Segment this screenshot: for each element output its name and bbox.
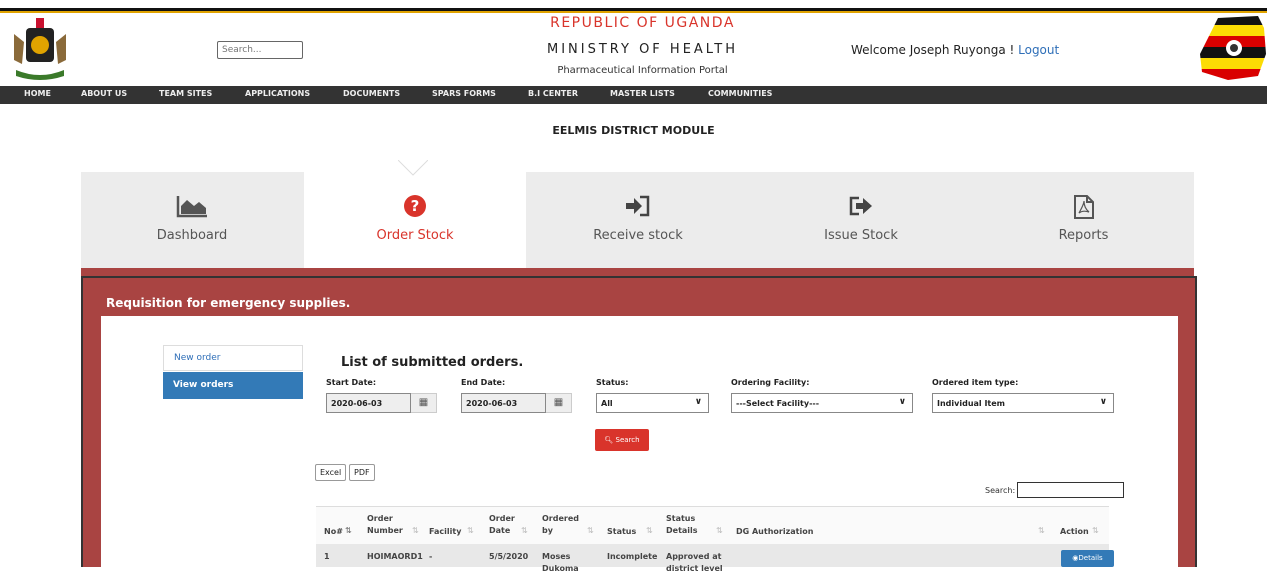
sort-icon[interactable]: ⇅ (1038, 526, 1045, 535)
main-nav-bar: HOME ABOUT US TEAM SITES APPLICATIONS DO… (0, 86, 1267, 104)
nav-spars-forms[interactable]: SPARS FORMS (432, 89, 496, 98)
col-status-details[interactable]: Status Details (666, 513, 702, 537)
details-button-label: Details (1078, 554, 1103, 562)
sort-icon[interactable]: ⇅ (716, 526, 723, 535)
tab-issue-stock[interactable]: Issue Stock (750, 172, 972, 268)
col-facility[interactable]: Facility (429, 526, 461, 538)
active-tab-pointer (398, 160, 428, 176)
end-date-label: End Date: (461, 378, 506, 387)
nav-about-us[interactable]: ABOUT US (81, 89, 127, 98)
logout-link[interactable]: Logout (1018, 43, 1059, 57)
start-date-label: Start Date: (326, 378, 377, 387)
pdf-export-button[interactable]: PDF (349, 464, 375, 481)
tab-dashboard[interactable]: Dashboard (81, 172, 303, 268)
republic-title: REPUBLIC OF UGANDA (550, 15, 735, 31)
welcome-message: Welcome Joseph Ruyonga ! Logout (851, 43, 1059, 57)
item-type-label: Ordered item type: (932, 378, 1019, 387)
calendar-icon[interactable]: ▦ (411, 393, 437, 413)
sort-icon[interactable]: ⇅ (521, 526, 528, 535)
new-order-link[interactable]: New order (163, 345, 303, 371)
chevron-down-icon: ∨ (898, 397, 906, 407)
table-header: No# ⇅ Order Number ⇅ Facility ⇅ Order Da… (316, 506, 1109, 544)
view-orders-link[interactable]: View orders (163, 372, 303, 399)
tab-underline-bar (81, 268, 1194, 276)
module-title: EELMIS DISTRICT MODULE (552, 124, 715, 137)
item-type-select[interactable]: Individual Item ∨ (932, 393, 1114, 413)
tab-label: Dashboard (156, 228, 228, 243)
tab-label: Reports (1058, 228, 1109, 243)
col-no[interactable]: No# (324, 526, 343, 538)
welcome-text: Welcome Joseph Ruyonga ! (851, 43, 1019, 57)
status-value: All (601, 399, 613, 408)
nav-bi-center[interactable]: B.I CENTER (528, 89, 578, 98)
question-circle-icon: ? (404, 195, 426, 217)
cell-ordered-by: Moses Dukoma (542, 552, 579, 573)
ministry-title: MINISTRY OF HEALTH (547, 42, 738, 57)
start-date-field[interactable]: 2020-06-03 (326, 393, 411, 413)
tab-order-stock[interactable]: ? Order Stock (304, 172, 526, 268)
nav-documents[interactable]: DOCUMENTS (343, 89, 400, 98)
status-label: Status: (596, 378, 629, 387)
panel-title: Requisition for emergency supplies. (106, 296, 351, 310)
nav-home[interactable]: HOME (24, 89, 51, 98)
facility-label: Ordering Facility: (731, 378, 810, 387)
tab-receive-stock[interactable]: Receive stock (527, 172, 749, 268)
search-button-label: Search (615, 436, 640, 444)
cell-facility: - (429, 552, 433, 561)
cell-status-details: Approved at district level (666, 552, 723, 573)
uganda-flag-map-logo (1200, 16, 1266, 80)
search-icon: 🔍︎ (604, 436, 614, 444)
details-button[interactable]: ◉Details (1061, 550, 1114, 567)
tab-reports[interactable]: Reports (973, 172, 1194, 268)
cell-no: 1 (324, 552, 330, 561)
calendar-icon[interactable]: ▦ (546, 393, 572, 413)
sort-icon[interactable]: ⇅ (467, 526, 474, 535)
nav-applications[interactable]: APPLICATIONS (245, 89, 310, 98)
col-action[interactable]: Action (1060, 526, 1089, 538)
tab-label: Order Stock (376, 228, 454, 243)
share-icon (849, 196, 872, 216)
tab-label: Issue Stock (824, 228, 898, 243)
table-search-input[interactable] (1017, 482, 1124, 498)
coat-of-arms-logo (14, 18, 66, 80)
item-type-value: Individual Item (937, 399, 1006, 408)
cell-order-date: 5/5/2020 (489, 552, 529, 561)
col-order-date[interactable]: Order Date (489, 513, 517, 537)
portal-subtitle: Pharmaceutical Information Portal (557, 65, 728, 76)
cell-order-number: HOIMAORD1 (367, 552, 423, 561)
nav-team-sites[interactable]: TEAM SITES (159, 89, 212, 98)
svg-text:?: ? (411, 197, 420, 215)
excel-export-button[interactable]: Excel (315, 464, 347, 481)
col-dg-authorization[interactable]: DG Authorization (736, 526, 813, 538)
table-row: 1 HOIMAORD1 - 5/5/2020 Moses Dukoma Inco… (316, 544, 1109, 573)
col-ordered-by[interactable]: Ordered by (542, 513, 582, 537)
facility-value: ---Select Facility--- (736, 399, 820, 408)
pdf-file-icon (1073, 195, 1094, 219)
sort-icon[interactable]: ⇅ (646, 526, 653, 535)
chevron-down-icon: ∨ (1099, 397, 1107, 407)
status-select[interactable]: All ∨ (596, 393, 709, 413)
list-title: List of submitted orders. (341, 355, 524, 370)
sort-icon[interactable]: ⇅ (587, 526, 594, 535)
tab-label: Receive stock (593, 228, 683, 243)
header-search-input[interactable] (217, 41, 303, 59)
sort-icon[interactable]: ⇅ (412, 526, 419, 535)
module-tabs: Dashboard ? Order Stock Receive stock Is… (81, 172, 1194, 268)
nav-communities[interactable]: COMMUNITIES (708, 89, 772, 98)
sign-in-icon (626, 195, 650, 217)
table-search-label: Search: (985, 486, 1016, 495)
col-status[interactable]: Status (607, 526, 636, 538)
facility-select[interactable]: ---Select Facility--- ∨ (731, 393, 913, 413)
sort-asc-icon[interactable]: ⇅ (345, 526, 352, 535)
cell-status: Incomplete (607, 552, 658, 561)
end-date-field[interactable]: 2020-06-03 (461, 393, 546, 413)
search-button[interactable]: 🔍︎ Search (595, 429, 649, 451)
nav-master-lists[interactable]: MASTER LISTS (610, 89, 675, 98)
area-chart-icon (176, 196, 207, 218)
sort-icon[interactable]: ⇅ (1092, 526, 1099, 535)
top-border-accent (0, 11, 1267, 13)
col-order-number[interactable]: Order Number (367, 513, 407, 537)
chevron-down-icon: ∨ (694, 397, 702, 407)
